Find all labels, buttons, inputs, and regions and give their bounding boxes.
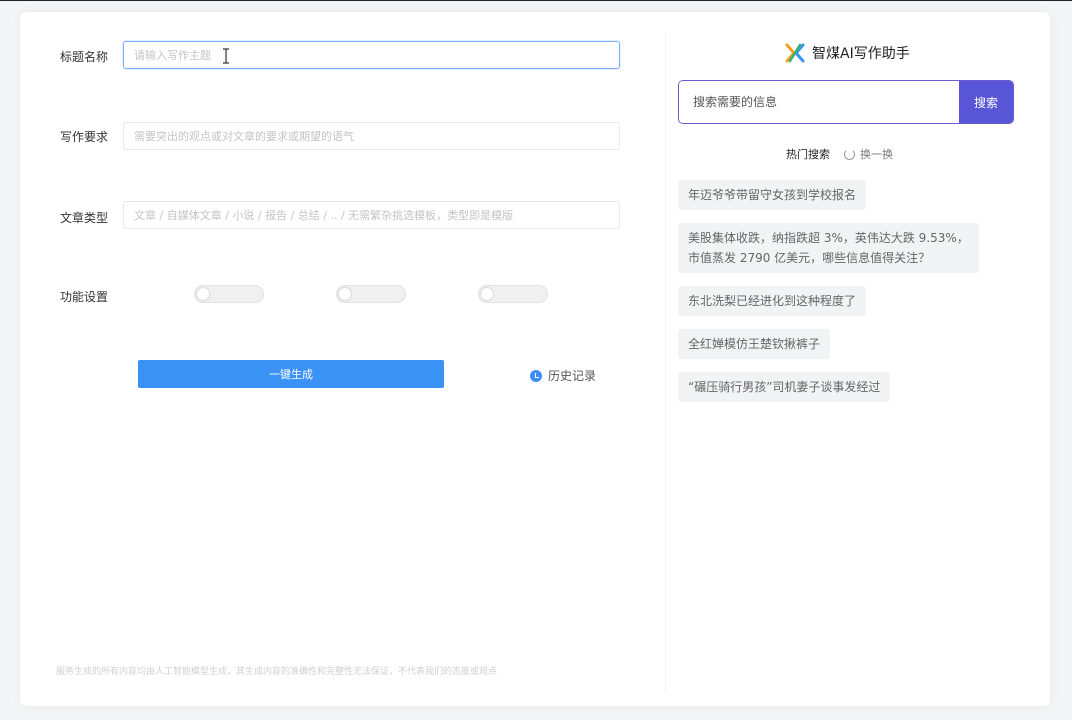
brand-logo-icon xyxy=(785,43,805,63)
hot-search-item-line: 市值蒸发 2790 亿美元，哪些信息值得关注？ xyxy=(688,251,931,265)
toggle-knob xyxy=(339,288,351,300)
setting-toggle-2[interactable] xyxy=(336,285,406,303)
refresh-icon xyxy=(844,148,855,160)
toggle-knob xyxy=(481,288,493,300)
title-input[interactable] xyxy=(123,41,620,69)
refresh-button[interactable]: 换一换 xyxy=(844,146,893,162)
hot-search-item[interactable]: 美股集体收跌，纳指跌超 3%，英伟达大跌 9.53%， 市值蒸发 2790 亿美… xyxy=(678,223,979,273)
brand: 智煤AI写作助手 xyxy=(784,42,910,64)
search-input[interactable] xyxy=(679,81,959,123)
requirements-label: 写作要求 xyxy=(60,130,109,144)
requirements-input[interactable] xyxy=(123,122,620,150)
refresh-label: 换一换 xyxy=(860,148,893,161)
hot-search-item-line: 美股集体收跌，纳指跌超 3%，英伟达大跌 9.53%， xyxy=(688,231,969,245)
hot-search-item[interactable]: “碾压骑行男孩”司机妻子谈事发经过 xyxy=(678,372,891,402)
writing-form: 标题名称 写作要求 文章类型 功能设置 一键生成 历史记录 服务生成的所有内容均… xyxy=(20,12,660,706)
window-top-border xyxy=(0,0,1072,1)
text-cursor-icon xyxy=(223,48,229,64)
disclaimer-text: 服务生成的所有内容均由人工智能模型生成，其生成内容的准确性和完整性无法保证，不代… xyxy=(56,667,498,677)
hot-search-item[interactable]: 全红婵模仿王楚钦揪裤子 xyxy=(678,329,831,359)
hot-search-item[interactable]: 东北洗梨已经进化到这种程度了 xyxy=(678,286,867,316)
setting-toggle-1[interactable] xyxy=(194,285,264,303)
search-button[interactable]: 搜索 xyxy=(959,81,1013,123)
history-link[interactable]: 历史记录 xyxy=(530,367,596,384)
hot-search-title: 热门搜索 xyxy=(786,148,830,161)
assistant-panel: 智煤AI写作助手 搜索 热门搜索 换一换 年迈爷爷带留守女孩到学校报名 美股集体… xyxy=(666,12,1050,706)
title-label: 标题名称 xyxy=(60,50,109,64)
clock-icon xyxy=(530,369,542,382)
hot-search-header: 热门搜索 换一换 xyxy=(786,146,893,162)
article-type-label: 文章类型 xyxy=(60,211,109,225)
toggle-knob xyxy=(197,288,209,300)
app-frame: 标题名称 写作要求 文章类型 功能设置 一键生成 历史记录 服务生成的所有内容均… xyxy=(20,12,1050,706)
search-box: 搜索 xyxy=(678,80,1014,124)
brand-name: 智煤AI写作助手 xyxy=(812,46,910,62)
hot-search-item[interactable]: 年迈爷爷带留守女孩到学校报名 xyxy=(678,180,867,210)
article-type-input[interactable] xyxy=(123,201,620,229)
setting-toggle-3[interactable] xyxy=(478,285,548,303)
settings-label: 功能设置 xyxy=(60,290,109,304)
history-label: 历史记录 xyxy=(548,369,597,383)
generate-button[interactable]: 一键生成 xyxy=(138,360,444,388)
